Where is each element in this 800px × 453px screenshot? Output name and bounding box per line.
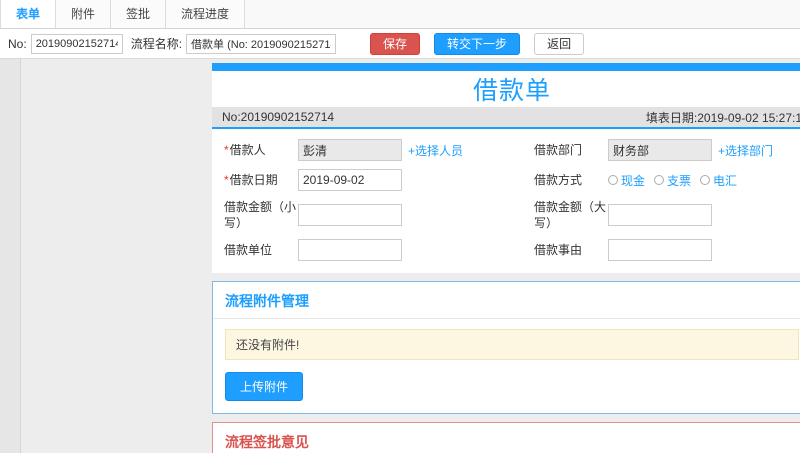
radio-icon [608, 175, 618, 185]
no-label: No: [8, 36, 27, 51]
amount-upper-label: 借款金额（大写） [534, 199, 608, 231]
radio-option-cash[interactable]: 现金 [608, 172, 645, 189]
content-area: 借款单 No:20190902152714 填表日期:2019-09-02 15… [0, 59, 800, 453]
radio-label-wire: 电汇 [713, 173, 738, 188]
loan-date-label: *借款日期 [224, 172, 298, 188]
loan-form-card: 借款单 No:20190902152714 填表日期:2019-09-02 15… [212, 63, 800, 273]
reason-label-text: 借款事由 [534, 242, 583, 257]
upload-attachment-button[interactable]: 上传附件 [225, 372, 304, 401]
reason-label: 借款事由 [534, 242, 608, 258]
unit-label-text: 借款单位 [224, 242, 273, 257]
command-toolbar: No: 流程名称: 保存 转交下一步 返回 [0, 29, 800, 59]
required-mark: * [224, 142, 229, 157]
loan-date-label-text: 借款日期 [229, 172, 278, 187]
borrower-label: *借款人 [224, 142, 298, 158]
form-row: 借款金额（小写） 借款金额（大写） [212, 195, 800, 235]
reason-input[interactable] [608, 239, 712, 261]
radio-option-cheque[interactable]: 支票 [654, 172, 691, 189]
radio-option-wire[interactable]: 电汇 [700, 172, 737, 189]
document-column: 借款单 No:20190902152714 填表日期:2019-09-02 15… [212, 63, 800, 453]
tab-form[interactable]: 表单 [0, 0, 57, 28]
tab-approval[interactable]: 签批 [111, 0, 167, 28]
page-title: 借款单 [472, 77, 551, 105]
loan-date-input[interactable] [298, 169, 402, 191]
radio-label-cheque: 支票 [667, 173, 692, 188]
title-area: 借款单 [212, 71, 800, 107]
amount-lower-label: 借款金额（小写） [224, 199, 298, 231]
card-top-accent-bar [212, 63, 800, 71]
reason-field [608, 239, 712, 261]
attachments-card: 流程附件管理 还没有附件! 上传附件 [212, 281, 800, 414]
radio-icon [654, 175, 665, 185]
form-row: 借款单位 借款事由 [212, 235, 800, 265]
process-name-input[interactable] [186, 33, 337, 54]
form-row: *借款人 +选择人员 借款部门 +选择部门 [212, 135, 800, 165]
loan-date-field [298, 169, 522, 191]
process-name-label: 流程名称: [130, 37, 183, 51]
department-input[interactable] [608, 139, 712, 161]
unit-input[interactable] [298, 239, 402, 261]
document-info-bar: No:20190902152714 填表日期:2019-09-02 15:27:… [212, 107, 800, 127]
document-number: No:20190902152714 [222, 110, 335, 124]
tab-bar: 表单 附件 签批 流程进度 [0, 0, 800, 29]
form-row: *借款日期 借款方式 现金 支票 电汇 [212, 165, 800, 195]
tab-process-progress[interactable]: 流程进度 [166, 0, 246, 28]
fill-date: 填表日期:2019-09-02 15:27:1 [645, 110, 800, 125]
forward-next-step-button[interactable]: 转交下一步 [434, 32, 521, 55]
method-label-text: 借款方式 [534, 172, 583, 187]
method-label: 借款方式 [534, 172, 608, 188]
department-label: 借款部门 [534, 142, 608, 158]
approval-title: 流程签批意见 [225, 434, 309, 450]
tab-attachments[interactable]: 附件 [56, 0, 112, 28]
amount-lower-field [298, 204, 522, 226]
approval-card: 流程签批意见 B I abc ✎ ∞ ⚑ [212, 422, 800, 453]
radio-label-cash: 现金 [621, 173, 646, 188]
collapsed-sidebar-strip [0, 59, 21, 453]
save-button[interactable]: 保存 [370, 32, 421, 55]
amount-upper-label-text: 借款金额（大写） [534, 199, 607, 230]
no-input[interactable] [30, 33, 123, 54]
borrower-input[interactable] [298, 139, 402, 161]
amount-lower-input[interactable] [298, 204, 402, 226]
borrower-field: +选择人员 [298, 139, 522, 161]
borrower-label-text: 借款人 [229, 142, 266, 157]
form-fields: *借款人 +选择人员 借款部门 +选择部门 [212, 129, 800, 273]
department-label-text: 借款部门 [534, 142, 583, 157]
select-person-link[interactable]: +选择人员 [408, 142, 463, 159]
back-button[interactable]: 返回 [534, 32, 585, 55]
radio-icon [700, 175, 711, 185]
unit-label: 借款单位 [224, 242, 298, 258]
unit-field [298, 239, 522, 261]
required-mark: * [224, 172, 229, 187]
no-attachments-notice: 还没有附件! [225, 329, 799, 360]
amount-lower-label-text: 借款金额（小写） [224, 199, 297, 230]
attachments-title: 流程附件管理 [213, 282, 800, 319]
amount-upper-field [608, 204, 712, 226]
amount-upper-input[interactable] [608, 204, 712, 226]
select-department-link[interactable]: +选择部门 [718, 142, 773, 159]
method-field: 现金 支票 电汇 [608, 172, 746, 189]
department-field: +选择部门 [608, 139, 773, 161]
